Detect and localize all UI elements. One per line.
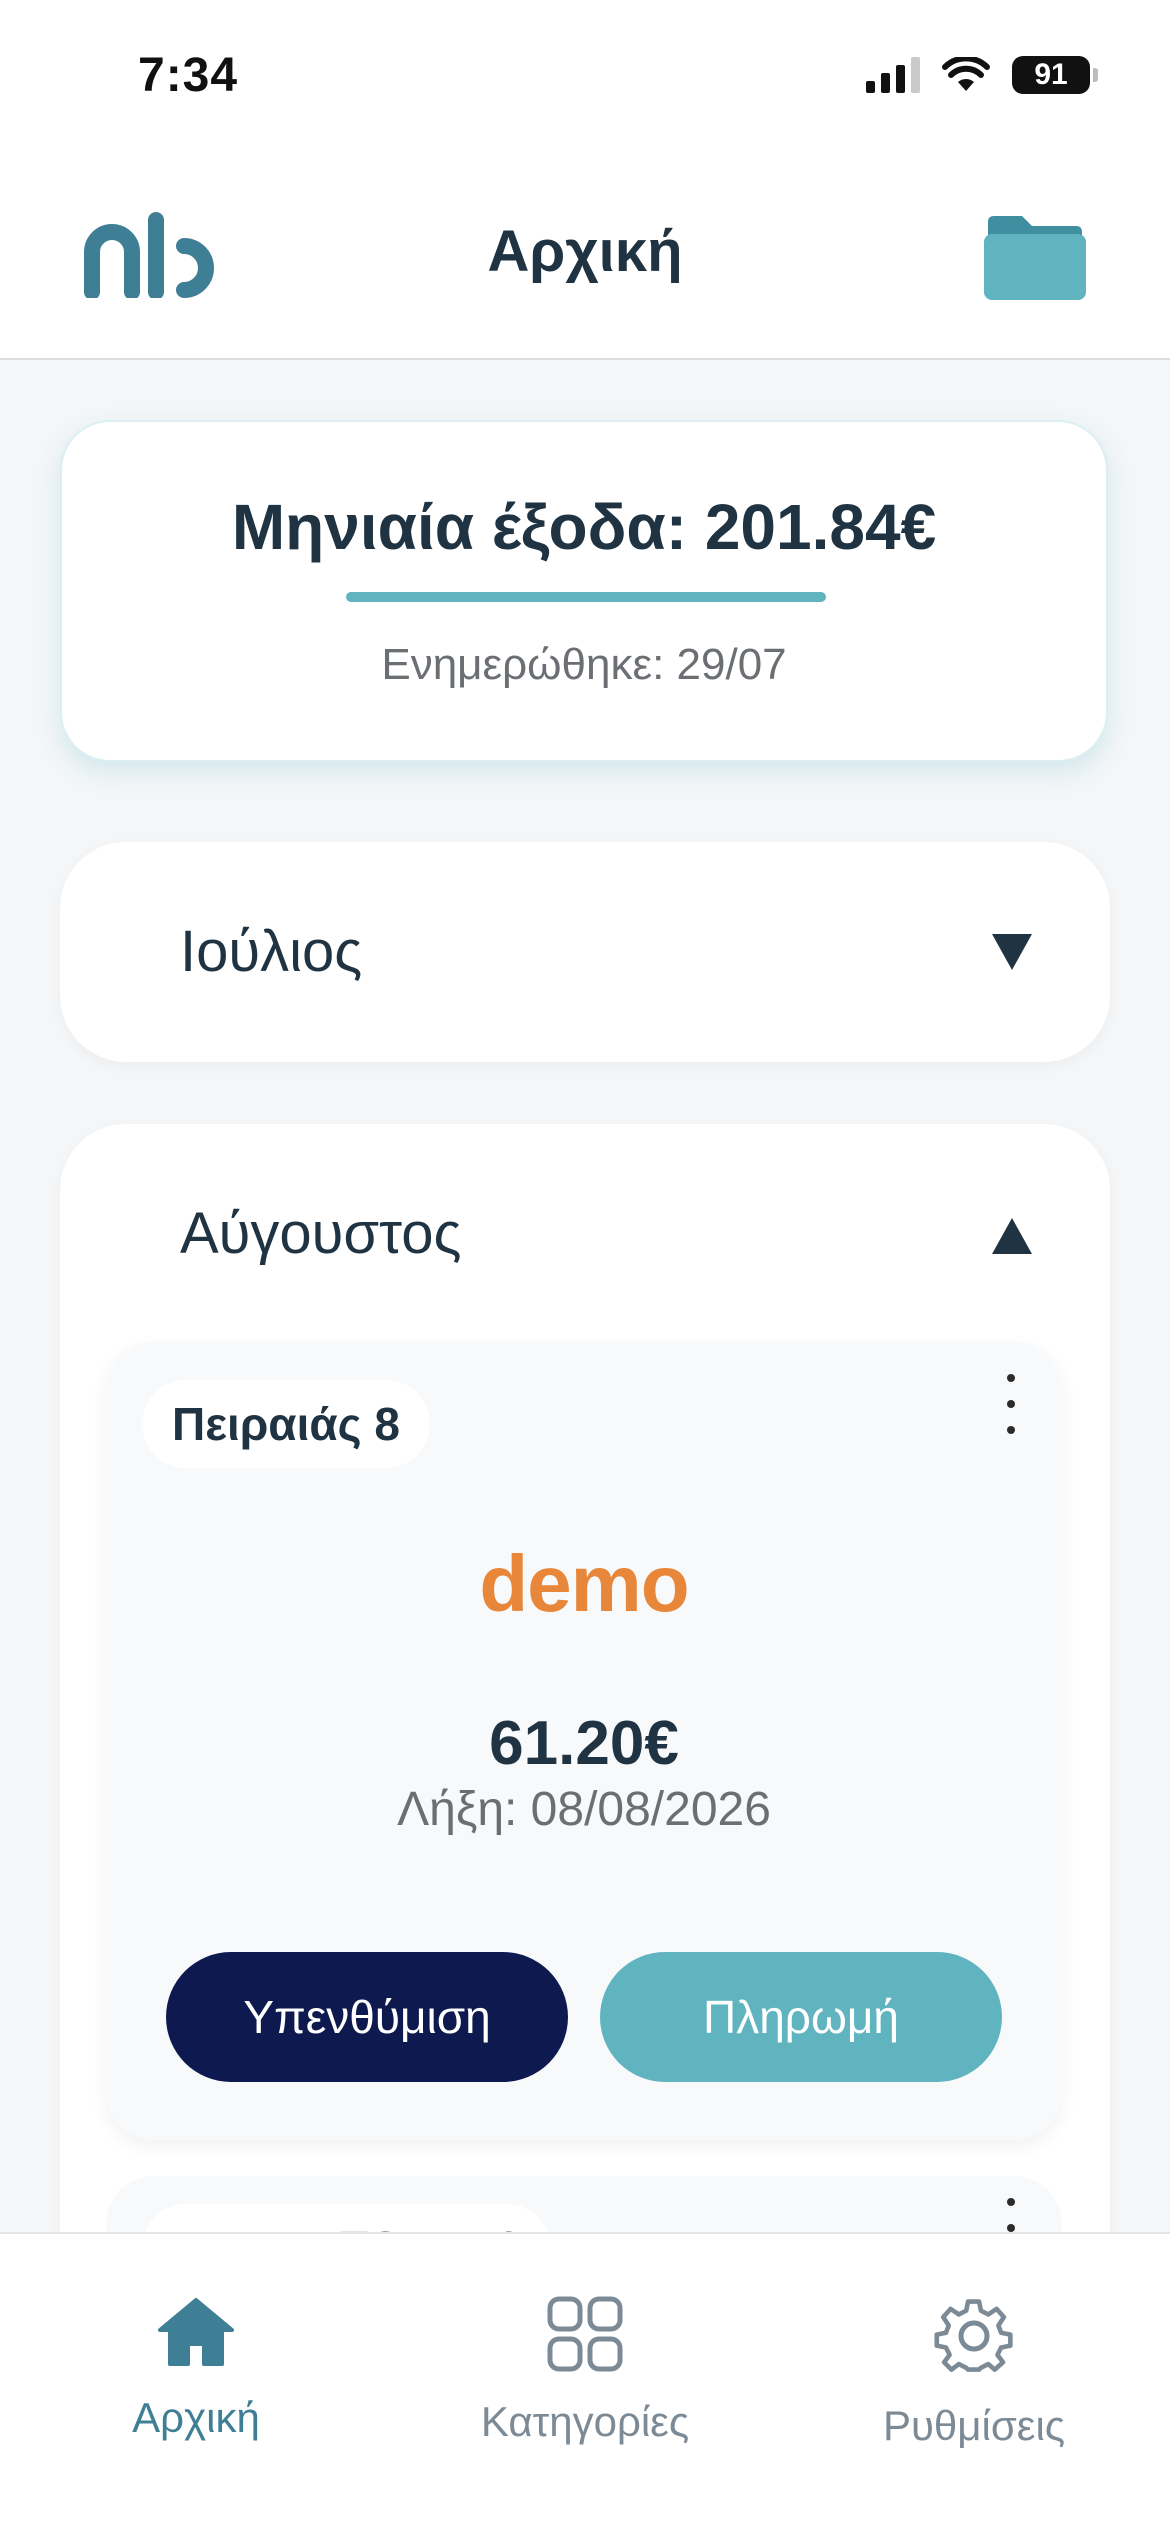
provider-logo: demo <box>479 1539 689 1628</box>
battery-icon: 91 <box>1012 56 1098 94</box>
home-icon <box>158 2298 234 2366</box>
bottom-nav: Αρχική Κατηγορίες Ρυθμίσεις <box>0 2232 1170 2532</box>
grid-icon <box>547 2296 623 2372</box>
bill-category-tag: Πειραιάς 8 <box>142 1380 430 1468</box>
chevron-up-icon[interactable] <box>990 1216 1034 1256</box>
summary-divider <box>346 592 826 602</box>
gear-icon <box>934 2299 1013 2372</box>
month-label: Αύγουστος <box>180 1201 462 1266</box>
nav-categories-label: Κατηγορίες <box>480 2398 690 2445</box>
nav-home[interactable]: Αρχική <box>46 2296 346 2442</box>
bill-amount: 61.20€ <box>489 1709 679 1778</box>
nav-settings[interactable]: Ρυθμίσεις <box>824 2296 1124 2450</box>
app-header: Αρχική <box>0 150 1170 360</box>
nav-categories[interactable]: Κατηγορίες <box>435 2296 735 2446</box>
reminder-button[interactable]: Υπενθύμιση <box>166 1952 568 2082</box>
folder-icon[interactable] <box>982 212 1088 302</box>
month-label: Ιούλιος <box>180 919 363 984</box>
status-bar: 7:34 91 <box>0 0 1170 150</box>
pay-button[interactable]: Πληρωμή <box>600 1952 1002 2082</box>
chevron-down-icon[interactable] <box>990 932 1034 972</box>
wifi-icon <box>942 57 990 91</box>
monthly-expenses-card: Μηνιαία έξοδα: 201.84€ Ενημερώθηκε: 29/0… <box>60 420 1108 762</box>
bill-due-date: Λήξη: 08/08/2026 <box>397 1783 771 1836</box>
nav-settings-label: Ρυθμίσεις <box>882 2402 1066 2449</box>
nav-home-label: Αρχική <box>132 2394 260 2441</box>
more-options-icon[interactable] <box>996 1374 1026 1434</box>
cellular-signal-icon <box>866 57 920 93</box>
status-icons: 91 <box>866 56 1098 94</box>
status-time: 7:34 <box>138 49 239 102</box>
month-accordion-july[interactable]: Ιούλιος <box>60 842 1110 1062</box>
last-updated-text: Ενημερώθηκε: 29/07 <box>381 640 787 689</box>
month-accordion-august[interactable]: Αύγουστος Πειραιάς 8 demo 61.20€ Λήξη: 0… <box>60 1124 1110 2424</box>
bill-card: Πειραιάς 8 demo 61.20€ Λήξη: 08/08/2026 … <box>106 1342 1062 2140</box>
monthly-expenses-total: Μηνιαία έξοδα: 201.84€ <box>231 491 937 563</box>
